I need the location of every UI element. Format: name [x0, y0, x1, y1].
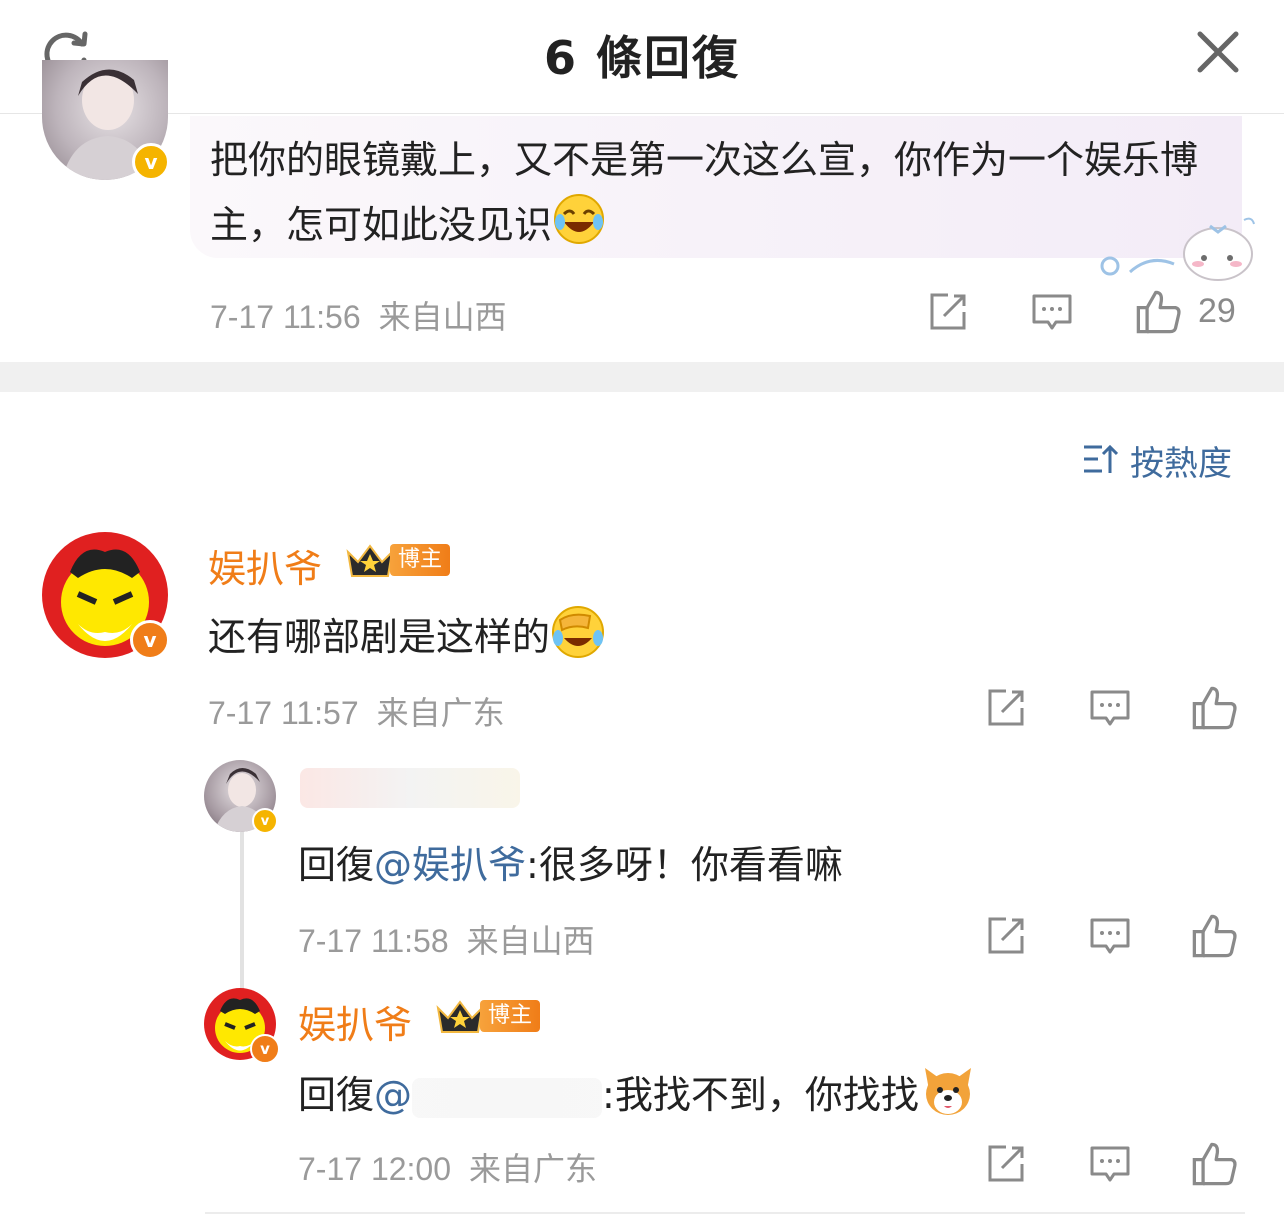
verified-badge: v: [252, 808, 278, 834]
share-icon[interactable]: [984, 1142, 1028, 1186]
page-title: 6 條回復: [543, 31, 741, 85]
share-icon[interactable]: [984, 914, 1028, 958]
timestamp: 7-17 11:56: [210, 299, 361, 335]
location: 来自广东: [469, 1151, 598, 1187]
like-icon[interactable]: [1190, 912, 1238, 960]
crown-icon: [346, 544, 394, 577]
sort-button[interactable]: 按熱度: [1082, 438, 1232, 484]
location: 来自山西: [466, 923, 595, 959]
thread-line: [240, 832, 244, 992]
timestamp: 7-17 12:00: [298, 1151, 452, 1187]
share-icon[interactable]: [926, 290, 970, 334]
mention-link[interactable]: @娱扒爷: [374, 843, 526, 887]
close-icon[interactable]: [1192, 26, 1244, 78]
like-count: 29: [1198, 292, 1236, 330]
like-icon[interactable]: [1190, 1140, 1238, 1188]
timestamp: 7-17 11:57: [208, 695, 359, 731]
comment-text: 还有哪部剧是这样的: [208, 604, 606, 661]
crown-icon: [436, 1000, 484, 1033]
comment-text: 回復@:我找不到，你找找: [298, 1062, 977, 1119]
separator: [205, 1212, 1245, 1214]
verified-badge: v: [130, 620, 170, 660]
comment-icon[interactable]: [1030, 290, 1074, 334]
like-icon[interactable]: [1134, 288, 1182, 336]
section-divider: [0, 362, 1284, 392]
mention-link[interactable]: @: [374, 1073, 412, 1117]
username[interactable]: 娱扒爷: [208, 538, 322, 593]
comment-meta: 7-17 12:00 来自广东: [298, 1144, 597, 1190]
like-icon[interactable]: [1190, 684, 1238, 732]
header-bar: 6 條回復: [0, 0, 1284, 114]
location: 来自山西: [378, 299, 507, 335]
comment-icon[interactable]: [1088, 686, 1132, 730]
location: 来自广东: [376, 695, 505, 731]
username[interactable]: 娱扒爷: [298, 994, 412, 1049]
timestamp: 7-17 11:58: [298, 923, 449, 959]
facepalm-laugh-emoji-icon: [552, 606, 605, 658]
verified-badge: v: [250, 1034, 280, 1064]
comment-icon[interactable]: [1088, 1142, 1132, 1186]
comment-meta: 7-17 11:58 来自山西: [298, 916, 595, 962]
share-icon[interactable]: [984, 686, 1028, 730]
username-blurred[interactable]: [300, 768, 520, 808]
blogger-badge: 博主: [434, 996, 541, 1036]
comment-text: 回復@娱扒爷:很多呀！你看看嘛: [298, 843, 843, 887]
blurred-mention: [412, 1077, 603, 1118]
comment-icon[interactable]: [1088, 914, 1132, 958]
laughing-emoji-icon: [554, 194, 605, 244]
blogger-badge: 博主: [344, 540, 451, 580]
comment-text: 把你的眼镜戴上，又不是第一次这么宣，你作为一个娱乐博主，怎可如此没见识: [210, 138, 1199, 247]
verified-badge: v: [132, 143, 170, 181]
comment-meta: 7-17 11:56 来自山西: [210, 292, 507, 338]
comment-meta: 7-17 11:57 来自广东: [208, 688, 505, 734]
dog-emoji-icon: [924, 1068, 971, 1115]
sort-icon: [1084, 444, 1118, 473]
sort-label: 按熱度: [1130, 443, 1232, 484]
